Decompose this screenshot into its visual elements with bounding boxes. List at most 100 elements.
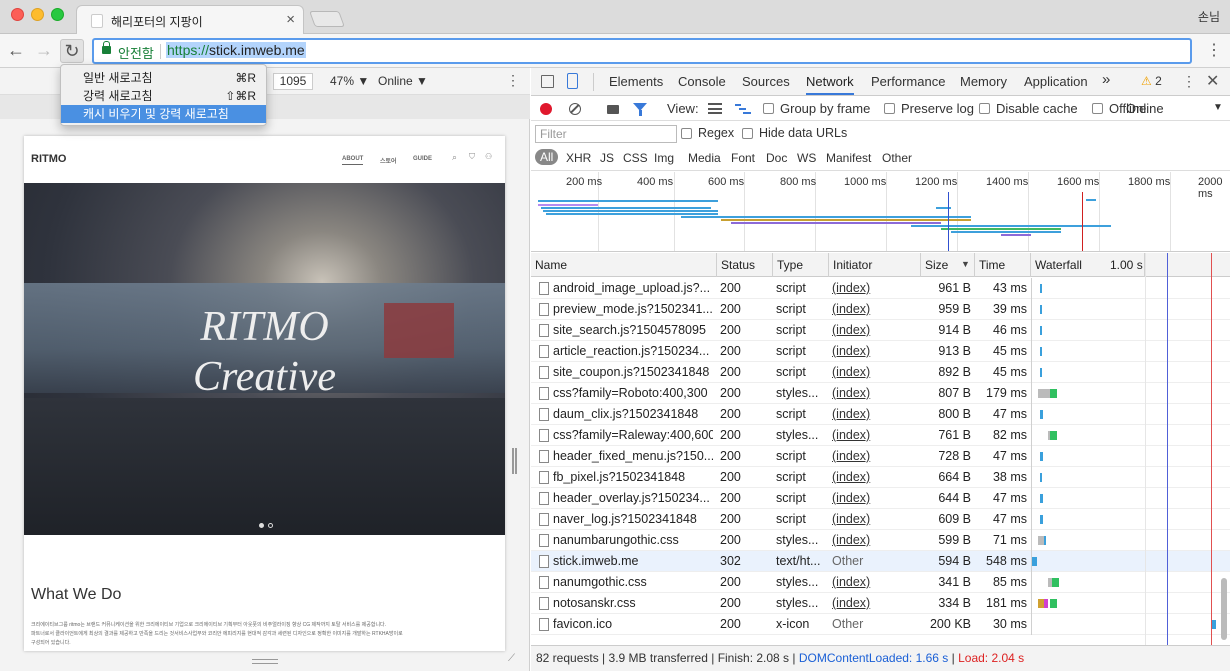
table-row[interactable]: header_overlay.js?150234... 200 script (ind… <box>531 488 1230 509</box>
device-throttle-select[interactable]: Online ▼ <box>378 74 428 88</box>
type-manifest[interactable]: Manifest <box>826 151 871 165</box>
corner-resize-icon[interactable]: ⟋ <box>508 653 515 664</box>
browser-tab[interactable]: 해리포터의 지팡이 × <box>76 5 304 35</box>
table-row[interactable]: article_reaction.js?150234... 200 script (i… <box>531 341 1230 362</box>
type-other[interactable]: Other <box>882 151 912 165</box>
type-doc[interactable]: Doc <box>766 151 787 165</box>
type-media[interactable]: Media <box>688 151 721 165</box>
site-nav-guide[interactable]: GUIDE <box>413 156 432 162</box>
request-name[interactable]: android_image_upload.js?... <box>553 278 713 299</box>
table-row[interactable]: android_image_upload.js?... 200 script (ind… <box>531 278 1230 299</box>
type-css[interactable]: CSS <box>623 151 648 165</box>
request-initiator[interactable]: (index) <box>832 446 914 467</box>
tab-network[interactable]: Network <box>806 74 854 95</box>
devtools-menu-icon[interactable]: ⋮ <box>1182 73 1196 90</box>
disable-cache-checkbox[interactable] <box>979 103 990 114</box>
column-initiator[interactable]: Initiator <box>829 253 921 277</box>
carousel-dot[interactable] <box>259 523 264 528</box>
close-window-icon[interactable] <box>11 8 24 21</box>
request-initiator[interactable]: (index) <box>832 467 914 488</box>
device-toggle-icon[interactable] <box>567 73 578 89</box>
request-name[interactable]: site_coupon.js?1502341848 <box>553 362 713 383</box>
warning-counter[interactable]: ⚠ 2 <box>1141 74 1162 88</box>
request-name[interactable]: stick.imweb.me <box>553 551 713 572</box>
request-initiator[interactable]: (index) <box>832 572 914 593</box>
request-name[interactable]: header_overlay.js?150234... <box>553 488 713 509</box>
request-name[interactable]: site_search.js?1504578095 <box>553 320 713 341</box>
type-js[interactable]: JS <box>600 151 614 165</box>
request-name[interactable]: header_fixed_menu.js?150... <box>553 446 713 467</box>
chevron-down-icon[interactable]: ▼ <box>1213 102 1223 113</box>
tab-memory[interactable]: Memory <box>960 74 1007 89</box>
type-all[interactable]: All <box>535 149 559 165</box>
site-user-icon[interactable]: ⚇ <box>485 152 492 161</box>
browser-menu-icon[interactable]: ⋮ <box>1206 40 1222 60</box>
request-initiator[interactable]: (index) <box>832 341 914 362</box>
throttle-select[interactable]: Online <box>1126 101 1164 116</box>
forward-arrow-icon[interactable]: → <box>32 39 56 63</box>
request-initiator[interactable]: (index) <box>832 299 914 320</box>
address-bar[interactable]: 안전함 https://stick.imweb.me <box>92 38 1192 64</box>
profile-label[interactable]: 손님 <box>1198 8 1220 25</box>
filter-icon[interactable] <box>633 103 647 116</box>
devtools-close-icon[interactable]: ✕ <box>1206 71 1219 91</box>
minimize-window-icon[interactable] <box>31 8 44 21</box>
offline-checkbox[interactable] <box>1092 103 1103 114</box>
site-logo[interactable]: RITMO <box>31 153 66 165</box>
new-tab-button[interactable] <box>309 11 345 27</box>
site-nav-about[interactable]: ABOUT <box>342 156 364 165</box>
menu-item-normal-reload[interactable]: 일반 새로고침 ⌘R <box>61 69 266 87</box>
regex-checkbox[interactable] <box>681 128 692 139</box>
request-initiator[interactable]: (index) <box>832 509 914 530</box>
table-row[interactable]: notosanskr.css 200 styles... (index) 334 B 18… <box>531 593 1230 614</box>
site-cart-icon[interactable]: ⛉ <box>469 152 475 162</box>
record-icon[interactable] <box>540 103 552 115</box>
column-name[interactable]: Name <box>531 253 717 277</box>
request-initiator[interactable]: (index) <box>832 530 914 551</box>
request-name[interactable]: css?family=Raleway:400,600 <box>553 425 713 446</box>
request-name[interactable]: naver_log.js?1502341848 <box>553 509 713 530</box>
device-width-input[interactable]: 1095 <box>273 73 313 90</box>
column-type[interactable]: Type <box>773 253 829 277</box>
more-tabs-icon[interactable]: » <box>1102 71 1110 88</box>
request-initiator[interactable]: (index) <box>832 593 914 614</box>
request-initiator[interactable]: (index) <box>832 362 914 383</box>
menu-item-empty-cache-hard-reload[interactable]: 캐시 비우기 및 강력 새로고침 <box>61 105 266 123</box>
type-ws[interactable]: WS <box>797 151 816 165</box>
network-overview-timeline[interactable]: 200 ms 400 ms 600 ms 800 ms 1000 ms 1200… <box>531 172 1230 252</box>
tab-sources[interactable]: Sources <box>742 74 790 89</box>
table-row[interactable]: site_search.js?1504578095 200 script (index… <box>531 320 1230 341</box>
carousel-dots[interactable] <box>257 516 275 531</box>
device-menu-icon[interactable]: ⋮ <box>506 72 520 89</box>
tab-console[interactable]: Console <box>678 74 726 89</box>
maximize-window-icon[interactable] <box>51 8 64 21</box>
type-xhr[interactable]: XHR <box>566 151 591 165</box>
url-text[interactable]: https://stick.imweb.me <box>166 42 306 58</box>
request-name[interactable]: fb_pixel.js?1502341848 <box>553 467 713 488</box>
table-row[interactable]: daum_clix.js?1502341848 200 script (index) 8… <box>531 404 1230 425</box>
table-row[interactable]: site_coupon.js?1502341848 200 script (index… <box>531 362 1230 383</box>
group-by-frame-checkbox[interactable] <box>763 103 774 114</box>
filter-input[interactable]: Filter <box>535 125 677 143</box>
table-row[interactable]: nanumbarungothic.css 200 styles... (index) 5… <box>531 530 1230 551</box>
type-font[interactable]: Font <box>731 151 755 165</box>
type-img[interactable]: Img <box>654 151 674 165</box>
request-initiator[interactable]: (index) <box>832 425 914 446</box>
request-initiator[interactable]: (index) <box>832 404 914 425</box>
tab-application[interactable]: Application <box>1024 74 1088 89</box>
request-name[interactable]: daum_clix.js?1502341848 <box>553 404 713 425</box>
carousel-dot[interactable] <box>268 523 273 528</box>
tab-close-icon[interactable]: × <box>286 11 295 28</box>
reload-icon[interactable]: ↻ <box>60 39 84 63</box>
request-name[interactable]: preview_mode.js?1502341... <box>553 299 713 320</box>
zoom-select[interactable]: 47% ▼ <box>330 74 369 88</box>
tab-performance[interactable]: Performance <box>871 74 945 89</box>
request-initiator[interactable]: (index) <box>832 278 914 299</box>
table-row[interactable]: naver_log.js?1502341848 200 script (index) 6… <box>531 509 1230 530</box>
request-name[interactable]: favicon.ico <box>553 614 713 635</box>
request-name[interactable]: nanumgothic.css <box>553 572 713 593</box>
tab-elements[interactable]: Elements <box>609 74 663 89</box>
overview-icon[interactable] <box>735 104 751 114</box>
table-row[interactable]: nanumgothic.css 200 styles... (index) 341 B 8… <box>531 572 1230 593</box>
back-arrow-icon[interactable]: ← <box>4 39 28 63</box>
